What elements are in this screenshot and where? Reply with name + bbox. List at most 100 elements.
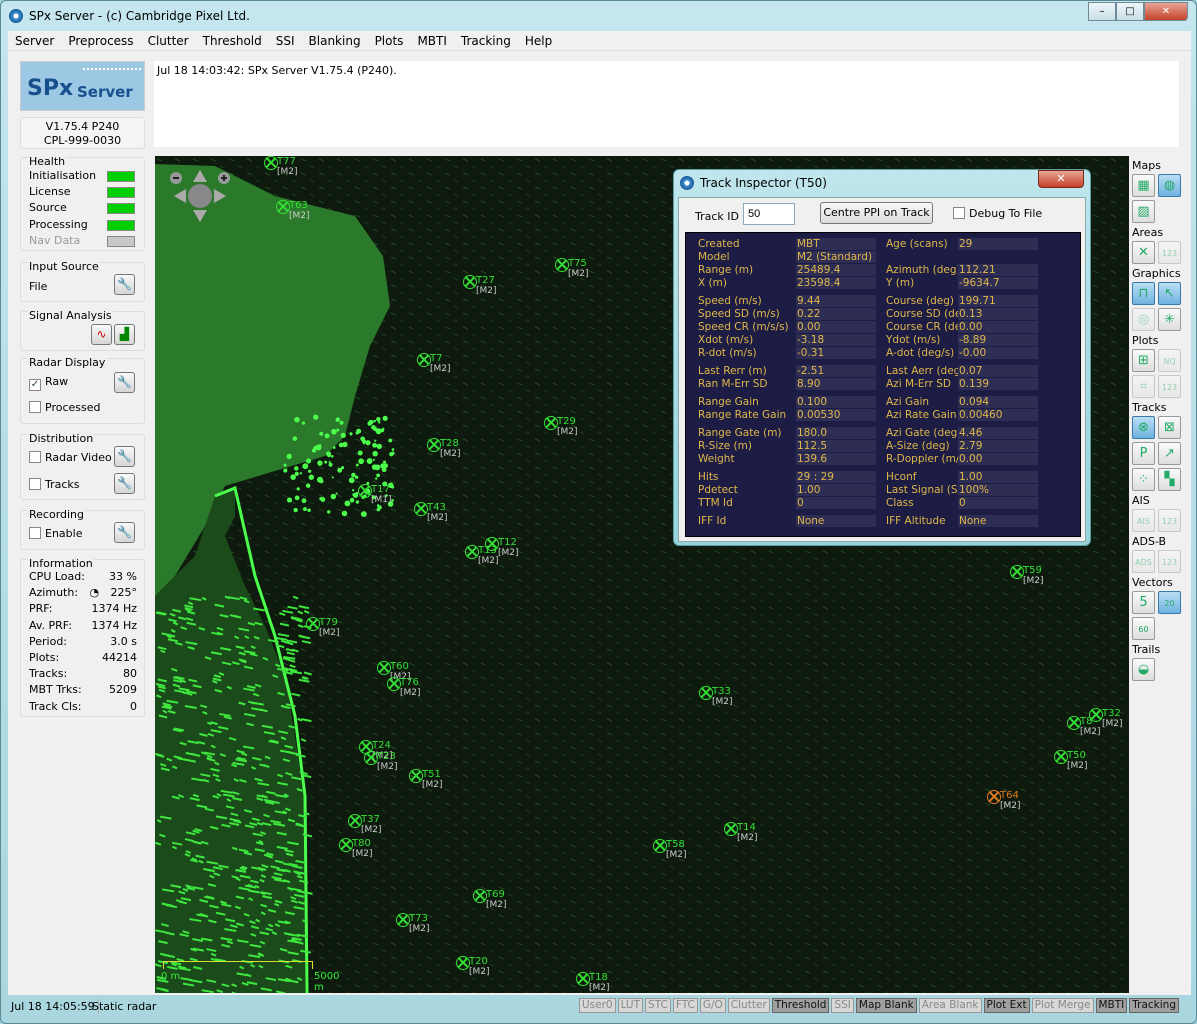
toolbar-buttons: ⊞ NQ ⌗ 123 (1132, 349, 1188, 398)
track-symbol-button[interactable]: ⊗ (1132, 416, 1155, 439)
radar-video-settings-button[interactable]: 🔧 (114, 446, 135, 467)
scale-bar-button[interactable]: ⊓ (1132, 282, 1155, 305)
dialog-title: Track Inspector (T50) (700, 176, 827, 190)
property-value: 4.46 (958, 427, 1038, 439)
recording-settings-button[interactable]: 🔧 (114, 522, 135, 543)
property-label: IFF Id (698, 515, 727, 527)
input-source-settings-button[interactable]: 🔧 (114, 274, 135, 295)
vector-5-button[interactable]: 5 (1132, 591, 1155, 614)
centre-ppi-button[interactable]: Centre PPI on Track (820, 202, 933, 224)
window-title: SPx Server - (c) Cambridge Pixel Ltd. (29, 9, 250, 23)
property-label: Age (scans) (886, 238, 948, 250)
track-symbol-icon (1054, 750, 1068, 764)
menu-blanking[interactable]: Blanking (302, 31, 368, 50)
status-flag-user0: User0 (578, 998, 616, 1013)
property-row: Speed SD (m/s) 0.22 Course SD (deg) 0.13 (686, 308, 1080, 321)
health-group: Health Initialisation License Source Proces… (20, 155, 145, 251)
spokes-button[interactable]: ✳ (1158, 308, 1181, 331)
track-id-input[interactable] (743, 203, 795, 225)
pan-left-arrow[interactable] (174, 189, 186, 203)
track-symbol-icon (276, 200, 290, 214)
menu-server[interactable]: Server (8, 31, 61, 50)
info-key: Plots: (29, 651, 60, 664)
cursor-readout-button[interactable]: ↖ (1158, 282, 1181, 305)
menu-preprocess[interactable]: Preprocess (61, 31, 140, 50)
plot-nq-button[interactable]: NQ (1158, 349, 1181, 372)
health-label: Source (29, 201, 67, 215)
plot-numbers-button[interactable]: 123 (1158, 375, 1181, 398)
area-numbers-button[interactable]: 123 (1158, 241, 1181, 264)
land-map-button[interactable]: ▨ (1132, 200, 1155, 223)
toolbar-buttons: ✕ 123 (1132, 241, 1188, 264)
raw-settings-button[interactable]: 🔧 (114, 372, 135, 393)
track-symbol-icon (417, 353, 431, 367)
track-class: [M2] (409, 924, 430, 934)
property-value: 0.07 (958, 365, 1038, 377)
area-cross-button[interactable]: ✕ (1132, 241, 1155, 264)
centre-button[interactable] (188, 184, 212, 208)
property-value: 0.00 (958, 321, 1038, 333)
track-heatmap-button[interactable]: ▚ (1158, 468, 1181, 491)
track-multi-button[interactable]: ⁘ (1132, 468, 1155, 491)
menu-help[interactable]: Help (518, 31, 559, 50)
status-flag-lut: LUT (617, 998, 644, 1013)
pan-right-arrow[interactable] (214, 189, 226, 203)
debug-to-file-checkbox[interactable]: Debug To File (953, 207, 1042, 220)
property-label: Speed (m/s) (698, 295, 762, 307)
track-vector-axes-button[interactable]: ↗ (1158, 442, 1181, 465)
trails-button[interactable]: ◒ (1132, 658, 1155, 681)
menu-threshold[interactable]: Threshold (196, 31, 269, 50)
property-value: 2.79 (958, 440, 1038, 452)
track-box-button[interactable]: ⊠ (1158, 416, 1181, 439)
adsb-button[interactable]: ADS (1132, 550, 1155, 573)
tracks-checkbox[interactable]: Tracks (29, 478, 80, 491)
track-p-button[interactable]: P (1132, 442, 1155, 465)
range-rings-button[interactable]: ◎ (1132, 308, 1155, 331)
vector-20-button[interactable]: 20 (1158, 591, 1181, 614)
main-window: SPx Server - (c) Cambridge Pixel Ltd. – … (0, 0, 1197, 1024)
toolbar-section-trails: Trails (1132, 643, 1161, 656)
processed-checkbox[interactable]: Processed (29, 401, 100, 414)
property-value: 25489.4 (796, 264, 876, 276)
pan-up-arrow[interactable] (193, 170, 207, 182)
info-row: CPU Load: 33 % (29, 570, 137, 583)
track-class: [M2] (1000, 801, 1021, 811)
raw-checkbox[interactable]: ✓ Raw (29, 375, 68, 391)
pan-zoom-control[interactable] (167, 166, 233, 222)
scale-start: 0 m (161, 971, 181, 982)
plot-cross-button[interactable]: ⊞ (1132, 349, 1155, 372)
property-row: Created MBT Age (scans) 29 (686, 238, 1080, 251)
track-symbol-icon (1067, 716, 1081, 730)
map-grid-button[interactable]: ▦ (1132, 174, 1155, 197)
signal-graph-button[interactable]: ∿ (91, 324, 112, 345)
tracks-settings-button[interactable]: 🔧 (114, 473, 135, 494)
maximize-button[interactable]: □ (1116, 2, 1144, 21)
health-indicator (107, 171, 135, 182)
menu-ssi[interactable]: SSI (269, 31, 302, 50)
menu-mbti[interactable]: MBTI (410, 31, 453, 50)
minimize-button[interactable]: – (1088, 2, 1116, 21)
plot-box-button[interactable]: ⌗ (1132, 375, 1155, 398)
radar-video-checkbox[interactable]: Radar Video (29, 451, 112, 464)
track-class: [M2] (478, 556, 499, 566)
dialog-close-button[interactable]: ✕ (1038, 170, 1084, 188)
adsb-numbers-button[interactable]: 123 (1158, 550, 1181, 573)
close-button[interactable]: ✕ (1144, 2, 1188, 21)
enable-recording-checkbox[interactable]: Enable (29, 527, 82, 540)
vector-60-button[interactable]: 60 (1132, 617, 1155, 640)
menu-plots[interactable]: Plots (368, 31, 411, 50)
ais-numbers-button[interactable]: 123 (1158, 509, 1181, 532)
property-label: Xdot (m/s) (698, 334, 754, 346)
menu-clutter[interactable]: Clutter (141, 31, 196, 50)
globe-button[interactable]: ◍ (1158, 174, 1181, 197)
menu-tracking[interactable]: Tracking (454, 31, 518, 50)
title-bar: SPx Server - (c) Cambridge Pixel Ltd. (9, 6, 250, 26)
pan-down-arrow[interactable] (193, 210, 207, 222)
ais-button[interactable]: AIS (1132, 509, 1155, 532)
track-symbol-icon (387, 677, 401, 691)
version-box: V1.75.4 P240 CPL-999-0030 (20, 117, 145, 149)
histogram-button[interactable]: ▟ (114, 324, 135, 345)
property-value: 0 (958, 497, 1038, 509)
track-label: T20 (469, 956, 488, 967)
info-value: 0 (130, 699, 137, 713)
